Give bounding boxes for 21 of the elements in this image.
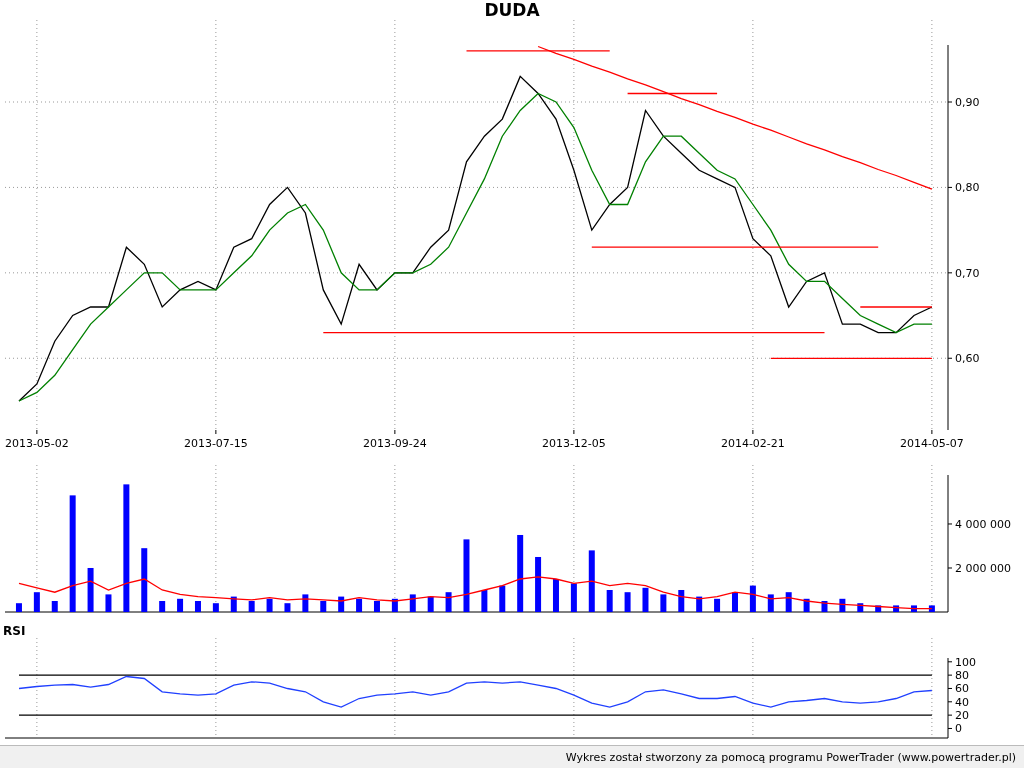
axis-label: 20 <box>955 709 969 723</box>
chart-title: DUDA <box>484 0 540 20</box>
axis-label: 0,80 <box>955 181 980 195</box>
axis-label: 2013-09-24 <box>362 437 427 450</box>
axis-label: 2 000 000 <box>955 562 1011 575</box>
axis-label: 60 <box>955 682 969 696</box>
axis-label: 0,90 <box>955 96 980 109</box>
axis-label: 0,60 <box>955 352 980 366</box>
axis-label: 4 000 000 <box>955 518 1011 531</box>
axis-label: 2013-05-02 <box>4 437 69 450</box>
axis-label: 0,70 <box>955 266 980 280</box>
axis-label: 2013-07-15 <box>183 437 248 450</box>
axis-label: 2014-02-21 <box>720 437 785 450</box>
axis-label: 0 <box>955 722 962 736</box>
panel-label: RSI <box>3 624 26 638</box>
axis-label: 2013-12-05 <box>541 437 606 450</box>
footer-note: Wykres został stworzony za pomocą programu PowerTrader (www.powertrader.pl) <box>565 750 1016 764</box>
axis-label: 2014-05-07 <box>899 437 964 450</box>
axis-label: 80 <box>955 669 969 683</box>
axis-label: 40 <box>955 695 969 709</box>
axis-label: 100 <box>955 655 976 669</box>
